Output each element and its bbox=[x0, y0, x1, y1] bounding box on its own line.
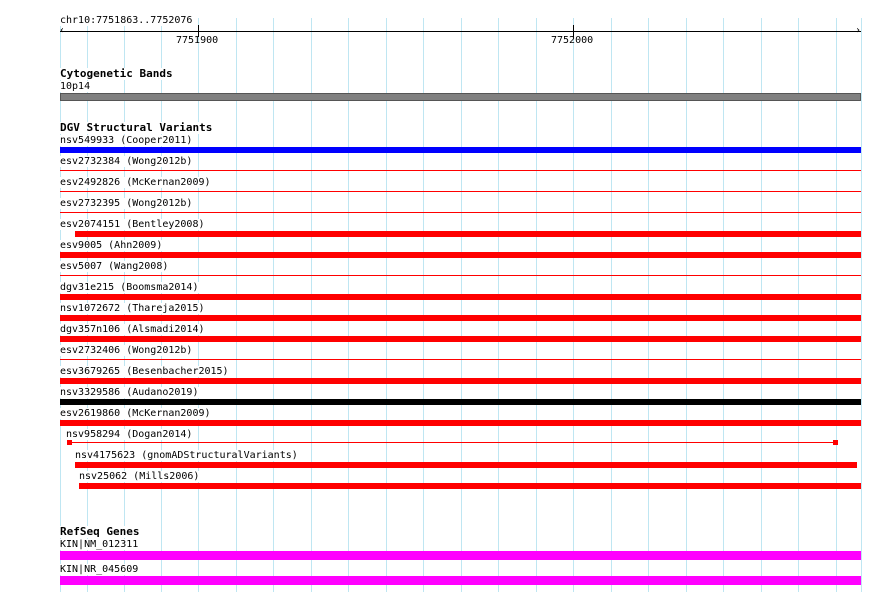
grid-line bbox=[311, 18, 312, 592]
grid-line bbox=[348, 18, 349, 592]
feature-label[interactable]: esv2732384 (Wong2012b) bbox=[60, 156, 195, 167]
feature-end-box[interactable] bbox=[833, 440, 838, 445]
feature-label[interactable]: esv2732406 (Wong2012b) bbox=[60, 345, 195, 356]
feature-label[interactable]: esv9005 (Ahn2009) bbox=[60, 240, 165, 251]
gene-bar[interactable] bbox=[60, 551, 861, 560]
grid-line bbox=[573, 18, 574, 592]
feature-bar[interactable] bbox=[60, 336, 861, 342]
feature-label[interactable]: nsv3329586 (Audano2019) bbox=[60, 387, 201, 398]
grid-line bbox=[498, 18, 499, 592]
feature-bar[interactable] bbox=[60, 420, 861, 426]
gene-bar[interactable] bbox=[60, 576, 861, 585]
feature-label[interactable]: esv2492826 (McKernan2009) bbox=[60, 177, 213, 188]
feature-label[interactable]: KIN|NR_045609 bbox=[60, 564, 141, 575]
feature-bar[interactable] bbox=[60, 252, 861, 258]
ruler-range: chr10:7751863..7752076 bbox=[60, 15, 195, 26]
grid-line bbox=[761, 18, 762, 592]
feature-bar[interactable] bbox=[79, 483, 861, 489]
grid-line bbox=[423, 18, 424, 592]
feature-label[interactable]: esv2619860 (McKernan2009) bbox=[60, 408, 213, 419]
feature-line[interactable] bbox=[60, 359, 861, 360]
feature-label[interactable]: nsv958294 (Dogan2014) bbox=[66, 429, 195, 440]
feature-line[interactable] bbox=[60, 212, 861, 213]
feature-bar[interactable] bbox=[60, 294, 861, 300]
feature-bar[interactable] bbox=[75, 231, 861, 237]
track-title: DGV Structural Variants bbox=[60, 121, 213, 134]
grid-line bbox=[386, 18, 387, 592]
grid-line bbox=[611, 18, 612, 592]
feature-label[interactable]: nsv4175623 (gnomADStructuralVariants) bbox=[75, 450, 300, 461]
feature-label[interactable]: nsv1072672 (Thareja2015) bbox=[60, 303, 207, 314]
grid-line bbox=[861, 18, 862, 592]
feature-bar[interactable] bbox=[60, 399, 861, 405]
feature-label[interactable]: esv5007 (Wang2008) bbox=[60, 261, 171, 272]
feature-label[interactable]: esv2074151 (Bentley2008) bbox=[60, 219, 207, 230]
ruler-tick-label: 7751900 bbox=[176, 35, 219, 46]
feature-label[interactable]: dgv31e215 (Boomsma2014) bbox=[60, 282, 201, 293]
feature-bar[interactable] bbox=[75, 462, 857, 468]
ruler-tick-label: 7752000 bbox=[551, 35, 594, 46]
grid-line bbox=[798, 18, 799, 592]
grid-line bbox=[236, 18, 237, 592]
grid-line bbox=[461, 18, 462, 592]
feature-bar[interactable] bbox=[60, 147, 861, 153]
feature-label[interactable]: nsv25062 (Mills2006) bbox=[79, 471, 202, 482]
feature-label[interactable]: esv3679265 (Besenbacher2015) bbox=[60, 366, 231, 377]
feature-line[interactable] bbox=[60, 170, 861, 171]
cytoband-bar[interactable] bbox=[60, 93, 861, 101]
feature-line[interactable] bbox=[60, 191, 861, 192]
grid-line bbox=[273, 18, 274, 592]
track-title: RefSeq Genes bbox=[60, 525, 140, 538]
feature-bar[interactable] bbox=[60, 378, 861, 384]
ruler-axis-line bbox=[60, 31, 861, 32]
feature-label[interactable]: dgv357n106 (Alsmadi2014) bbox=[60, 324, 207, 335]
feature-end-box[interactable] bbox=[67, 440, 72, 445]
feature-label[interactable]: KIN|NM_012311 bbox=[60, 539, 141, 550]
feature-label[interactable]: esv2732395 (Wong2012b) bbox=[60, 198, 195, 209]
grid-line bbox=[536, 18, 537, 592]
feature-bar[interactable] bbox=[60, 315, 861, 321]
track-title: Cytogenetic Bands bbox=[60, 67, 173, 80]
ruler-right-arrow: › bbox=[855, 25, 862, 36]
feature-label[interactable]: nsv549933 (Cooper2011) bbox=[60, 135, 195, 146]
grid-line bbox=[686, 18, 687, 592]
feature-line[interactable] bbox=[60, 275, 861, 276]
cytoband-label: 10p14 bbox=[60, 81, 93, 92]
ruler-left-arrow: ‹ bbox=[59, 25, 66, 36]
grid-line bbox=[836, 18, 837, 592]
grid-line bbox=[723, 18, 724, 592]
feature-line[interactable] bbox=[68, 442, 837, 443]
grid-line bbox=[648, 18, 649, 592]
